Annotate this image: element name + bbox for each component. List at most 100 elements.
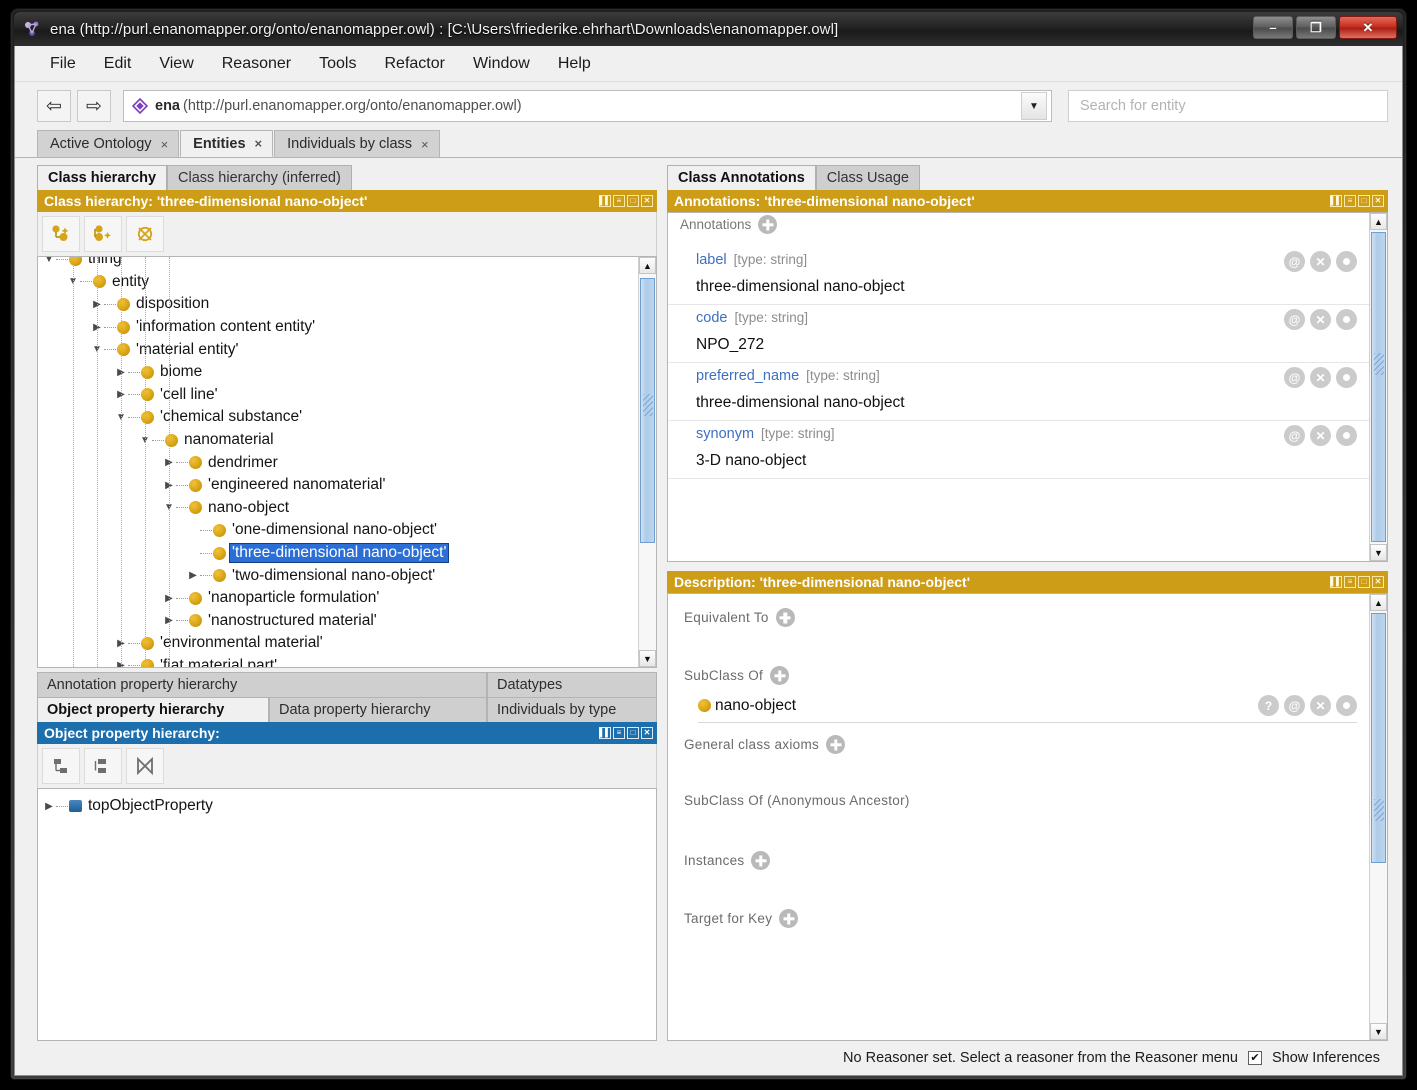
annotation-language-icon[interactable]: @ [1284, 425, 1305, 446]
chevron-down-icon[interactable]: ▼ [42, 257, 56, 265]
add-axiom-button[interactable] [770, 666, 790, 685]
collapse-icon[interactable]: ≡ [613, 727, 625, 739]
menu-window[interactable]: Window [460, 51, 543, 77]
annotation-row[interactable]: label [type: string] @ ✕ three-dimensional n… [668, 246, 1369, 305]
delete-annotation-icon[interactable]: ✕ [1310, 309, 1331, 330]
minimize-button[interactable]: – [1253, 16, 1293, 39]
tree-node[interactable]: ▶ biome [38, 361, 638, 384]
edit-annotation-icon[interactable] [1336, 425, 1357, 446]
annotation-key[interactable]: code [696, 310, 727, 326]
add-axiom-button[interactable] [826, 735, 846, 754]
scroll-track[interactable] [639, 274, 656, 650]
ontology-selector[interactable]: ena (http://purl.enanomapper.org/onto/en… [123, 90, 1052, 122]
tree-node[interactable]: ▶'nanoparticle formulation' [38, 587, 638, 610]
tree-node[interactable]: ▶ dendrimer [38, 451, 638, 474]
menu-file[interactable]: File [37, 51, 89, 77]
add-sibling-property-button[interactable] [84, 748, 122, 784]
tree-node[interactable]: ▼ entity [38, 271, 638, 294]
edit-annotation-icon[interactable] [1336, 251, 1357, 272]
annotation-row[interactable]: preferred_name [type: string] @ ✕ three-dime… [668, 363, 1369, 421]
add-axiom-button[interactable] [751, 851, 771, 870]
annotation-key[interactable]: preferred_name [696, 368, 799, 384]
delete-annotation-icon[interactable]: ✕ [1310, 425, 1331, 446]
scroll-up-button[interactable]: ▲ [1370, 594, 1387, 611]
add-sibling-class-button[interactable] [84, 216, 122, 252]
tree-node[interactable]: ▼ thing [38, 257, 638, 271]
add-subclass-button[interactable] [42, 216, 80, 252]
close-button[interactable]: ✕ [1339, 16, 1397, 39]
chevron-right-icon[interactable]: ▶ [186, 570, 200, 581]
tree-node[interactable]: ▶ topObjectProperty [38, 795, 656, 818]
add-axiom-button[interactable] [779, 909, 799, 928]
tree-node[interactable]: 'one-dimensional nano-object' [38, 519, 638, 542]
tree-node[interactable]: ▶ 'two-dimensional nano-object' [38, 564, 638, 587]
split-icon[interactable]: ▌▌ [599, 727, 611, 739]
annotation-language-icon[interactable]: @ [1284, 367, 1305, 388]
collapse-icon[interactable]: ≡ [1344, 576, 1356, 588]
close-icon[interactable]: ✕ [1372, 195, 1384, 207]
scroll-down-button[interactable]: ▼ [1370, 544, 1387, 561]
annotation-language-icon[interactable]: @ [1284, 309, 1305, 330]
tab-object-property-hierarchy[interactable]: Object property hierarchy [37, 697, 269, 722]
tree-node[interactable]: ▼ nanomaterial [38, 429, 638, 452]
scroll-thumb[interactable] [1371, 613, 1386, 863]
scroll-down-button[interactable]: ▼ [639, 650, 656, 667]
annotation-row[interactable]: code [type: string] @ ✕ NPO_272 [668, 305, 1369, 363]
tab-data-property-hierarchy[interactable]: Data property hierarchy [269, 697, 487, 722]
maximize-icon[interactable]: □ [1358, 576, 1370, 588]
close-icon[interactable]: ✕ [641, 727, 653, 739]
scroll-track[interactable] [1370, 611, 1387, 1023]
tab-class-usage[interactable]: Class Usage [815, 165, 920, 190]
split-icon[interactable]: ▌▌ [1330, 195, 1342, 207]
scroll-up-button[interactable]: ▲ [1370, 213, 1387, 230]
tab-individuals-by-type[interactable]: Individuals by type [487, 697, 657, 722]
class-tree-scrollbar[interactable]: ▲ ▼ [638, 257, 656, 667]
back-button[interactable]: ⇦ [37, 90, 71, 122]
tab-individuals-by-class[interactable]: Individuals by class × [274, 130, 440, 157]
tree-node[interactable]: ▶'information content entity' [38, 316, 638, 339]
explain-icon[interactable]: ? [1258, 695, 1279, 716]
delete-axiom-icon[interactable]: ✕ [1310, 695, 1331, 716]
tree-node[interactable]: ▶'engineered nanomaterial' [38, 474, 638, 497]
tree-node[interactable]: ▼ nano-object [38, 497, 638, 520]
add-sub-property-button[interactable] [42, 748, 80, 784]
forward-button[interactable]: ⇨ [77, 90, 111, 122]
tab-annotation-property-hierarchy[interactable]: Annotation property hierarchy [37, 672, 487, 697]
annotate-icon[interactable]: @ [1284, 695, 1305, 716]
edit-axiom-icon[interactable] [1336, 695, 1357, 716]
maximize-icon[interactable]: □ [1358, 195, 1370, 207]
tab-datatypes[interactable]: Datatypes [487, 672, 657, 697]
annotation-row[interactable]: synonym [type: string] @ ✕ 3-D nano-object [668, 421, 1369, 479]
add-annotation-button[interactable] [758, 215, 778, 234]
maximize-icon[interactable]: □ [627, 195, 639, 207]
collapse-icon[interactable]: ≡ [613, 195, 625, 207]
scroll-thumb[interactable] [1371, 232, 1386, 542]
description-item[interactable]: nano-object? @ ✕ [698, 695, 1357, 723]
chevron-right-icon[interactable]: ▶ [42, 801, 56, 812]
annotation-key[interactable]: synonym [696, 426, 754, 442]
chevron-down-icon[interactable]: ▼ [1021, 92, 1047, 120]
tab-entities[interactable]: Entities × [180, 130, 274, 157]
menu-reasoner[interactable]: Reasoner [209, 51, 304, 77]
search-box[interactable] [1068, 90, 1388, 122]
maximize-button[interactable]: ❐ [1296, 16, 1336, 39]
scroll-up-button[interactable]: ▲ [639, 257, 656, 274]
annotation-key[interactable]: label [696, 252, 727, 268]
scroll-down-button[interactable]: ▼ [1370, 1023, 1387, 1040]
scroll-track[interactable] [1370, 230, 1387, 544]
maximize-icon[interactable]: □ [627, 727, 639, 739]
close-icon[interactable]: ✕ [1372, 576, 1384, 588]
tree-node[interactable]: ▶'cell line' [38, 384, 638, 407]
close-icon[interactable]: × [255, 136, 263, 151]
tree-node[interactable]: ▶'fiat material part' [38, 655, 638, 667]
split-icon[interactable]: ▌▌ [599, 195, 611, 207]
tree-node[interactable]: ▶'environmental material' [38, 632, 638, 655]
scroll-thumb[interactable] [640, 278, 655, 543]
tree-node[interactable]: ▼'material entity' [38, 338, 638, 361]
collapse-icon[interactable]: ≡ [1344, 195, 1356, 207]
menu-view[interactable]: View [146, 51, 206, 77]
close-icon[interactable]: × [161, 137, 169, 152]
tree-node[interactable]: ▼'chemical substance' [38, 406, 638, 429]
annotations-scrollbar[interactable]: ▲ ▼ [1369, 213, 1387, 561]
tab-class-hierarchy-inferred[interactable]: Class hierarchy (inferred) [167, 165, 352, 190]
